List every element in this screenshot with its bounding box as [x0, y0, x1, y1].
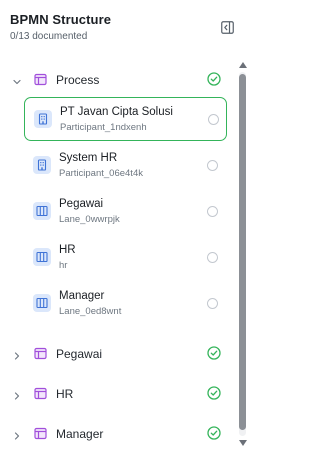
check-circle-icon — [207, 386, 221, 400]
panel-title: BPMN Structure — [10, 12, 112, 27]
lane-icon — [33, 202, 51, 220]
check-circle-icon — [207, 72, 221, 86]
item-id: Lane_0wwrpjk — [59, 214, 120, 225]
scrollbar-thumb[interactable] — [239, 74, 246, 430]
status-radio[interactable] — [207, 160, 218, 171]
item-name: HR — [59, 244, 76, 256]
item-name: Pegawai — [59, 198, 104, 210]
status-radio[interactable] — [207, 252, 218, 263]
process-icon — [34, 73, 47, 86]
chevron-right-icon[interactable] — [12, 388, 22, 400]
chevron-down-icon[interactable] — [12, 74, 22, 85]
tree-item-system-hr[interactable]: System HR Participant_06e4t4k — [24, 144, 227, 188]
scroll-up-arrow-icon[interactable] — [239, 62, 247, 68]
documented-count: 0/13 documented — [10, 31, 88, 42]
tree-group-manager[interactable]: Manager — [0, 420, 236, 448]
tree-group-process[interactable]: Process — [0, 66, 236, 94]
tree-item-pt-javan-cipta-solusi[interactable]: PT Javan Cipta Solusi Participant_1ndxen… — [24, 97, 227, 141]
status-radio[interactable] — [208, 114, 219, 125]
tree-item-manager[interactable]: Manager Lane_0ed8wnt — [24, 282, 227, 326]
item-name: Manager — [59, 290, 105, 302]
group-label: HR — [56, 387, 74, 401]
group-label: Pegawai — [56, 347, 103, 361]
item-name: PT Javan Cipta Solusi — [60, 106, 173, 118]
status-radio[interactable] — [207, 206, 218, 217]
group-label: Process — [56, 73, 100, 87]
tree-group-pegawai[interactable]: Pegawai — [0, 340, 236, 368]
tree-item-hr[interactable]: HR hr — [24, 236, 227, 280]
check-circle-icon — [207, 426, 221, 440]
item-id: Lane_0ed8wnt — [59, 306, 122, 317]
panel-header: BPMN Structure 0/13 documented — [0, 0, 250, 56]
chevron-right-icon[interactable] — [12, 348, 22, 360]
process-icon — [34, 347, 47, 360]
process-icon — [34, 387, 47, 400]
group-label: Manager — [56, 427, 104, 441]
tree-group-hr[interactable]: HR — [0, 380, 236, 408]
tree-item-pegawai[interactable]: Pegawai Lane_0wwrpjk — [24, 190, 227, 234]
building-icon — [33, 156, 51, 174]
bpmn-structure-panel: BPMN Structure 0/13 documented Process P… — [0, 0, 250, 453]
status-radio[interactable] — [207, 298, 218, 309]
chevron-right-icon[interactable] — [12, 428, 22, 440]
building-icon — [34, 110, 52, 128]
vertical-scrollbar[interactable] — [238, 62, 247, 448]
item-id: Participant_1ndxenh — [60, 122, 147, 133]
item-id: hr — [59, 260, 68, 271]
process-icon — [34, 427, 47, 440]
panel-collapse-icon[interactable] — [221, 21, 234, 34]
item-id: Participant_06e4t4k — [59, 168, 143, 179]
check-circle-icon — [207, 346, 221, 360]
lane-icon — [33, 248, 51, 266]
lane-icon — [33, 294, 51, 312]
item-name: System HR — [59, 152, 118, 164]
scroll-down-arrow-icon[interactable] — [239, 440, 247, 446]
